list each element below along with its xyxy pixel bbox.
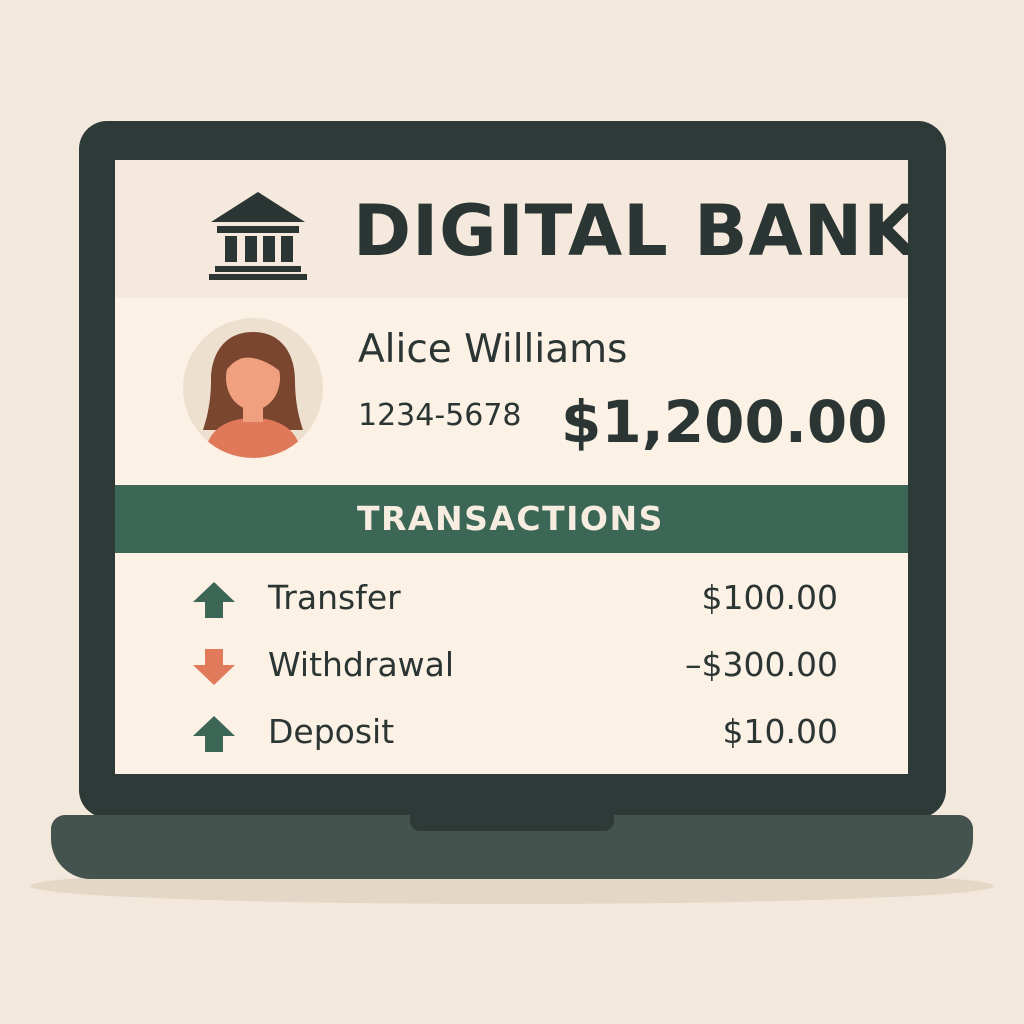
transaction-row-withdrawal[interactable]: Withdrawal –$300.00 bbox=[115, 635, 908, 695]
user-avatar bbox=[183, 318, 323, 458]
transaction-row-deposit[interactable]: Deposit $10.00 bbox=[115, 702, 908, 762]
account-card: Alice Williams 1234-5678 $1,200.00 bbox=[115, 298, 908, 483]
transaction-label: Transfer bbox=[268, 578, 401, 617]
transaction-row-transfer[interactable]: Transfer $100.00 bbox=[115, 568, 908, 628]
transactions-heading: TRANSACTIONS bbox=[357, 499, 664, 538]
transaction-label: Withdrawal bbox=[268, 645, 455, 684]
transaction-label: Deposit bbox=[268, 712, 395, 751]
transactions-header: TRANSACTIONS bbox=[115, 485, 908, 553]
laptop-hinge-notch bbox=[410, 815, 614, 831]
laptop-base bbox=[51, 815, 973, 879]
arrow-down-icon bbox=[193, 649, 235, 685]
transaction-amount: –$300.00 bbox=[685, 645, 838, 684]
account-number: 1234-5678 bbox=[358, 398, 522, 433]
app-screen: DIGITAL BANK Alice Williams 1234-5678 $1… bbox=[115, 160, 908, 774]
app-title: DIGITAL BANK bbox=[353, 190, 908, 272]
bank-icon bbox=[209, 192, 307, 280]
account-holder-name: Alice Williams bbox=[358, 327, 628, 372]
arrow-up-icon bbox=[193, 582, 235, 618]
transaction-amount: $100.00 bbox=[701, 578, 838, 617]
arrow-up-icon bbox=[193, 716, 235, 752]
app-header: DIGITAL BANK bbox=[115, 160, 908, 298]
transaction-amount: $10.00 bbox=[722, 712, 838, 751]
account-balance: $1,200.00 bbox=[561, 388, 888, 456]
